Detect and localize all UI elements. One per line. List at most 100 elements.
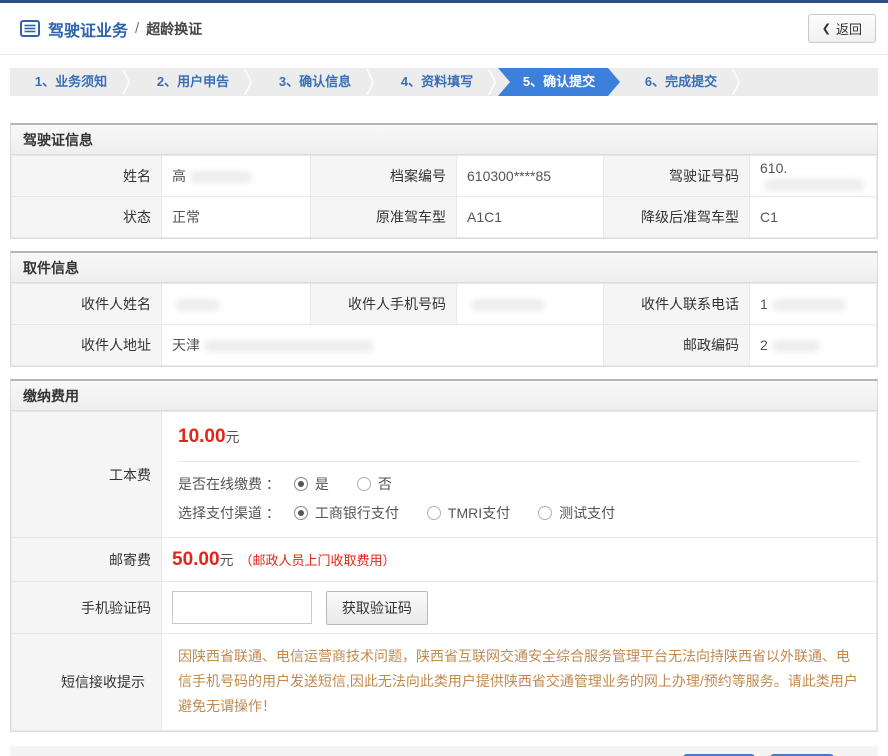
step-3-confirm-info[interactable]: 3、确认信息 bbox=[254, 68, 376, 96]
redacted-text bbox=[176, 299, 220, 311]
work-fee-cell: 10.00元 是否在线缴费 ： 是 否 bbox=[162, 412, 877, 538]
license-info-table: 姓名 高 档案编号 610300****85 驾驶证号码 610. 状态 正常 … bbox=[11, 155, 877, 238]
back-button[interactable]: ❮ 返回 bbox=[808, 14, 876, 43]
pay-channel-question: 选择支付渠道 ： bbox=[178, 503, 280, 523]
sms-code-label: 手机验证码 bbox=[12, 582, 162, 634]
recipient-tel-value: 1 bbox=[750, 284, 877, 325]
pay-channel-tmri[interactable]: TMRI支付 bbox=[427, 503, 510, 523]
radio-label: 否 bbox=[378, 474, 392, 494]
step-6-done[interactable]: 6、完成提交 bbox=[620, 68, 742, 96]
post-fee-unit: 元 bbox=[220, 552, 234, 568]
radio-label: 是 bbox=[315, 474, 329, 494]
radio-label: 工商银行支付 bbox=[315, 503, 399, 523]
footer-action-bar: 上一步 完成 bbox=[10, 746, 878, 756]
payment-panel-title: 缴纳费用 bbox=[11, 381, 877, 411]
payment-table: 工本费 10.00元 是否在线缴费 ： 是 否 bbox=[11, 411, 877, 731]
license-info-panel: 驾驶证信息 姓名 高 档案编号 610300****85 驾驶证号码 610. … bbox=[10, 123, 878, 239]
original-class-label: 原准驾车型 bbox=[311, 197, 457, 238]
page: 驾驶证业务 / 超龄换证 ❮ 返回 1、业务须知 2、用户申告 3、确认信息 4… bbox=[0, 0, 888, 756]
original-class-value: A1C1 bbox=[457, 197, 604, 238]
post-fee-cell: 50.00元 （邮政人员上门收取费用） bbox=[162, 538, 877, 582]
table-row: 收件人地址 天津 邮政编码 2 bbox=[12, 325, 877, 366]
zip-code-value: 2 bbox=[750, 325, 877, 366]
status-value: 正常 bbox=[162, 197, 311, 238]
table-row: 手机验证码 获取验证码 bbox=[12, 582, 877, 634]
zip-code-label: 邮政编码 bbox=[604, 325, 750, 366]
pickup-info-table: 收件人姓名 收件人手机号码 收件人联系电话 1 收件人地址 天津 邮政编码 2 bbox=[11, 283, 877, 366]
step-4-fill-data[interactable]: 4、资料填写 bbox=[376, 68, 498, 96]
chevron-left-icon: ❮ bbox=[822, 22, 831, 35]
redacted-text bbox=[772, 299, 846, 311]
page-header: 驾驶证业务 / 超龄换证 ❮ 返回 bbox=[0, 3, 888, 55]
downgraded-class-value: C1 bbox=[750, 197, 877, 238]
radio-icon bbox=[427, 506, 441, 520]
sms-code-cell: 获取验证码 bbox=[162, 582, 877, 634]
table-row: 状态 正常 原准驾车型 A1C1 降级后准驾车型 C1 bbox=[12, 197, 877, 238]
step-1-notice[interactable]: 1、业务须知 bbox=[10, 68, 132, 96]
step-bar: 1、业务须知 2、用户申告 3、确认信息 4、资料填写 5、确认提交 6、完成提… bbox=[10, 68, 878, 96]
online-pay-option-no[interactable]: 否 bbox=[357, 474, 392, 494]
table-row: 姓名 高 档案编号 610300****85 驾驶证号码 610. bbox=[12, 156, 877, 197]
recipient-address-value: 天津 bbox=[162, 325, 604, 366]
table-row: 短信接收提示 因陕西省联通、电信运营商技术问题，陕西省互联网交通安全综合服务管理… bbox=[12, 634, 877, 731]
recipient-address-label: 收件人地址 bbox=[12, 325, 162, 366]
license-panel-title: 驾驶证信息 bbox=[11, 125, 877, 155]
pickup-info-panel: 取件信息 收件人姓名 收件人手机号码 收件人联系电话 1 收件人地址 天津 邮政… bbox=[10, 251, 878, 367]
redacted-text bbox=[471, 299, 545, 311]
step-2-declaration[interactable]: 2、用户申告 bbox=[132, 68, 254, 96]
redacted-text bbox=[204, 340, 374, 352]
recipient-name-label: 收件人姓名 bbox=[12, 284, 162, 325]
license-number-value: 610. bbox=[750, 156, 877, 197]
step-5-confirm-submit[interactable]: 5、确认提交 bbox=[498, 68, 620, 96]
step-bar-filler bbox=[742, 68, 878, 96]
name-value: 高 bbox=[162, 156, 311, 197]
online-pay-option-yes[interactable]: 是 bbox=[294, 474, 329, 494]
name-label: 姓名 bbox=[12, 156, 162, 197]
list-icon bbox=[20, 20, 40, 37]
sms-notice-cell: 因陕西省联通、电信运营商技术问题，陕西省互联网交通安全综合服务管理平台无法向持陕… bbox=[162, 634, 877, 731]
breadcrumb-separator: / bbox=[135, 20, 139, 37]
work-fee-label: 工本费 bbox=[12, 412, 162, 538]
pay-channel-test[interactable]: 测试支付 bbox=[538, 503, 615, 523]
radio-icon bbox=[294, 506, 308, 520]
downgraded-class-label: 降级后准驾车型 bbox=[604, 197, 750, 238]
redacted-text bbox=[772, 340, 820, 352]
radio-icon bbox=[357, 477, 371, 491]
radio-label: TMRI支付 bbox=[448, 503, 510, 523]
online-pay-question-row: 是否在线缴费 ： 是 否 bbox=[178, 474, 860, 494]
pickup-panel-title: 取件信息 bbox=[11, 253, 877, 283]
radio-icon bbox=[294, 477, 308, 491]
sms-notice-text: 因陕西省联通、电信运营商技术问题，陕西省互联网交通安全综合服务管理平台无法向持陕… bbox=[178, 644, 860, 720]
pay-channel-question-row: 选择支付渠道 ： 工商银行支付 TMRI支付 测试支付 bbox=[178, 503, 860, 523]
post-fee-label: 邮寄费 bbox=[12, 538, 162, 582]
breadcrumb-current: 超龄换证 bbox=[146, 19, 202, 39]
table-row: 工本费 10.00元 是否在线缴费 ： 是 否 bbox=[12, 412, 877, 538]
sms-notice-label: 短信接收提示 bbox=[12, 634, 162, 731]
sms-code-input[interactable] bbox=[172, 591, 312, 624]
redacted-text bbox=[190, 171, 252, 183]
recipient-mobile-label: 收件人手机号码 bbox=[311, 284, 457, 325]
recipient-mobile-value bbox=[457, 284, 604, 325]
file-number-value: 610300****85 bbox=[457, 156, 604, 197]
get-code-button[interactable]: 获取验证码 bbox=[326, 591, 428, 625]
status-label: 状态 bbox=[12, 197, 162, 238]
table-row: 邮寄费 50.00元 （邮政人员上门收取费用） bbox=[12, 538, 877, 582]
work-fee-amount-line: 10.00元 bbox=[178, 426, 860, 448]
table-row: 收件人姓名 收件人手机号码 收件人联系电话 1 bbox=[12, 284, 877, 325]
back-button-label: 返回 bbox=[836, 19, 862, 38]
divider bbox=[178, 461, 860, 462]
work-fee-amount: 10.00 bbox=[178, 426, 226, 447]
redacted-text bbox=[764, 179, 864, 191]
online-pay-question: 是否在线缴费 ： bbox=[178, 474, 280, 494]
page-title: 驾驶证业务 bbox=[48, 17, 128, 41]
license-number-label: 驾驶证号码 bbox=[604, 156, 750, 197]
post-fee-amount: 50.00 bbox=[172, 549, 220, 570]
file-number-label: 档案编号 bbox=[311, 156, 457, 197]
work-fee-unit: 元 bbox=[226, 429, 240, 445]
pay-channel-icbc[interactable]: 工商银行支付 bbox=[294, 503, 399, 523]
recipient-name-value bbox=[162, 284, 311, 325]
post-fee-note: （邮政人员上门收取费用） bbox=[240, 553, 396, 568]
radio-label: 测试支付 bbox=[559, 503, 615, 523]
radio-icon bbox=[538, 506, 552, 520]
recipient-tel-label: 收件人联系电话 bbox=[604, 284, 750, 325]
